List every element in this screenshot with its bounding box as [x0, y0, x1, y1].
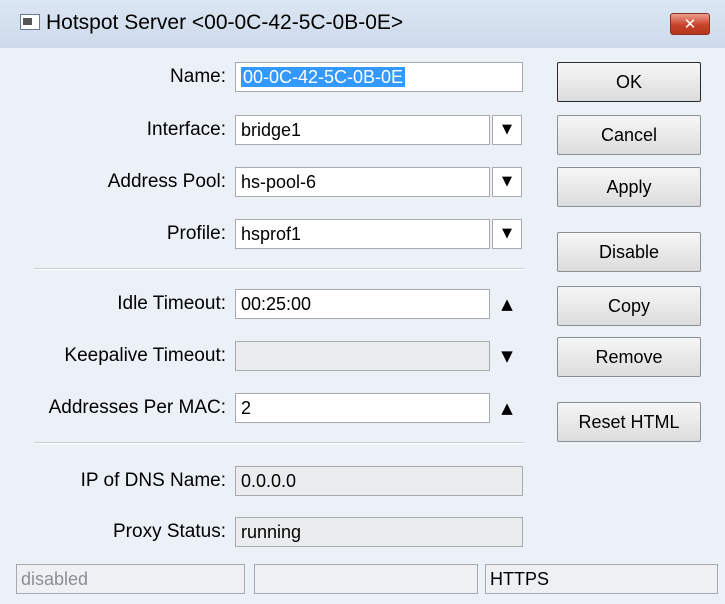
- down-arrow-icon: ▼: [501, 347, 513, 365]
- name-input[interactable]: 00-0C-42-5C-0B-0E: [235, 62, 523, 92]
- dropdown-arrow-icon: ▼: [502, 174, 512, 189]
- keepalive-timeout-label: Keepalive Timeout:: [64, 345, 226, 366]
- reset-html-button[interactable]: Reset HTML: [557, 402, 701, 442]
- close-icon: ✕: [683, 15, 697, 33]
- interface-select[interactable]: bridge1: [235, 115, 490, 145]
- ip-of-dns-name-field: 0.0.0.0: [235, 466, 523, 496]
- status-middle: [254, 564, 478, 594]
- proxy-status-value: running: [241, 522, 302, 542]
- ok-button[interactable]: OK: [557, 62, 701, 102]
- interface-value: bridge1: [241, 120, 302, 140]
- idle-timeout-toggle[interactable]: ▲: [495, 289, 519, 319]
- interface-label: Interface:: [146, 119, 226, 140]
- proxy-status-label: Proxy Status:: [113, 521, 226, 542]
- profile-label: Profile:: [166, 223, 226, 244]
- idle-timeout-label: Idle Timeout:: [117, 293, 226, 314]
- name-label: Name:: [170, 66, 226, 87]
- window-title: Hotspot Server <00-0C-42-5C-0B-0E>: [46, 11, 404, 34]
- idle-timeout-input[interactable]: 00:25:00: [235, 289, 490, 319]
- address-pool-label: Address Pool:: [107, 171, 226, 192]
- dropdown-arrow-icon: ▼: [502, 122, 512, 137]
- address-pool-value: hs-pool-6: [241, 172, 317, 192]
- addresses-per-mac-value: 2: [241, 398, 252, 418]
- hotspot-server-window: Hotspot Server <00-0C-42-5C-0B-0E> ✕ Nam…: [0, 0, 725, 604]
- title-bar[interactable]: Hotspot Server <00-0C-42-5C-0B-0E> ✕: [0, 0, 725, 48]
- copy-button[interactable]: Copy: [557, 286, 701, 326]
- status-state: disabled: [16, 564, 245, 594]
- interface-dropdown-button[interactable]: ▼: [492, 115, 522, 145]
- ip-of-dns-name-value: 0.0.0.0: [241, 471, 297, 491]
- addresses-per-mac-label: Addresses Per MAC:: [48, 397, 226, 418]
- status-bar: disabled HTTPS: [16, 564, 718, 594]
- close-button[interactable]: ✕: [670, 13, 710, 35]
- profile-value: hsprof1: [241, 224, 302, 244]
- remove-button[interactable]: Remove: [557, 337, 701, 377]
- cancel-button[interactable]: Cancel: [557, 115, 701, 155]
- addresses-per-mac-toggle[interactable]: ▲: [495, 393, 519, 423]
- keepalive-timeout-toggle[interactable]: ▼: [495, 341, 519, 371]
- disable-button[interactable]: Disable: [557, 232, 701, 272]
- up-arrow-icon: ▲: [501, 399, 513, 417]
- profile-dropdown-button[interactable]: ▼: [492, 219, 522, 249]
- separator: [34, 268, 524, 270]
- keepalive-timeout-input[interactable]: [235, 341, 490, 371]
- window-icon: [20, 14, 40, 30]
- name-value: 00-0C-42-5C-0B-0E: [241, 67, 406, 87]
- address-pool-select[interactable]: hs-pool-6: [235, 167, 490, 197]
- proxy-status-field: running: [235, 517, 523, 547]
- dropdown-arrow-icon: ▼: [502, 226, 512, 241]
- address-pool-dropdown-button[interactable]: ▼: [492, 167, 522, 197]
- separator: [34, 442, 524, 444]
- up-arrow-icon: ▲: [501, 295, 513, 313]
- apply-button[interactable]: Apply: [557, 167, 701, 207]
- profile-select[interactable]: hsprof1: [235, 219, 490, 249]
- addresses-per-mac-input[interactable]: 2: [235, 393, 490, 423]
- status-protocol: HTTPS: [485, 564, 718, 594]
- idle-timeout-value: 00:25:00: [241, 294, 312, 314]
- ip-of-dns-name-label: IP of DNS Name:: [80, 470, 226, 491]
